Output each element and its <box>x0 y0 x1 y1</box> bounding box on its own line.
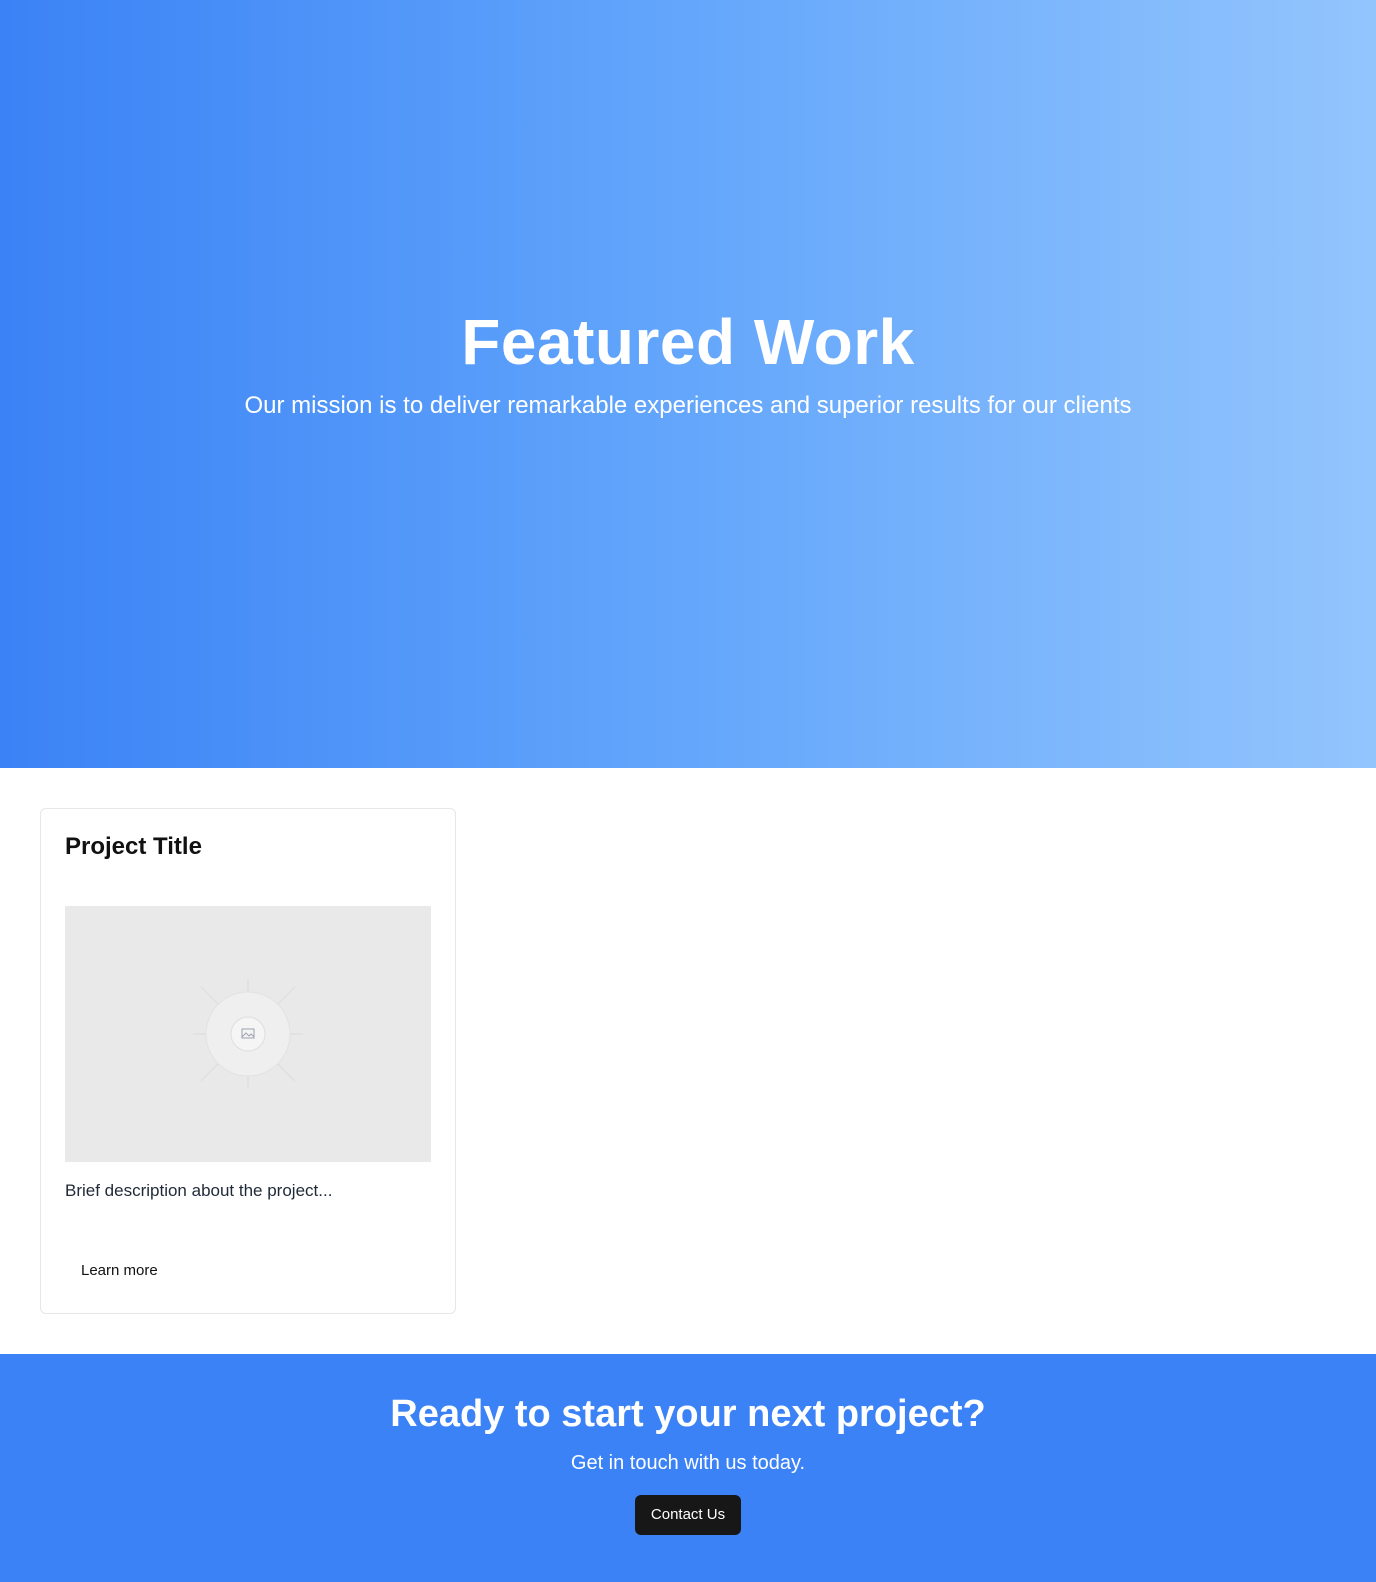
project-image <box>65 905 431 1162</box>
learn-more-link[interactable]: Learn more <box>81 1262 158 1279</box>
cta-section: Ready to start your next project? Get in… <box>0 1354 1376 1582</box>
projects-section: Project Title Brief description about th… <box>0 768 1376 1354</box>
hero-section: Featured Work Our mission is to deliver … <box>0 0 1376 768</box>
project-description: Brief description about the project... <box>65 1180 333 1200</box>
hero-title: Featured Work <box>461 306 915 379</box>
cta-title: Ready to start your next project? <box>390 1393 986 1435</box>
cta-subtitle: Get in touch with us today. <box>570 1451 806 1474</box>
contact-us-button[interactable]: Contact Us <box>635 1494 741 1535</box>
project-card: Project Title Brief description about th… <box>40 808 456 1314</box>
project-title: Project Title <box>65 833 202 860</box>
image-placeholder-icon <box>193 978 303 1089</box>
hero-subtitle: Our mission is to deliver remarkable exp… <box>244 391 1132 419</box>
